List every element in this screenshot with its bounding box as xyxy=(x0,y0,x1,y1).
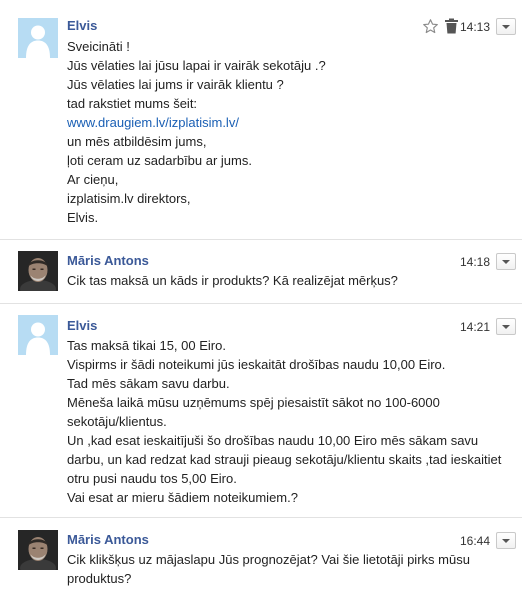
sender-name[interactable]: Māris Antons xyxy=(67,532,149,548)
message-line: Un ,kad esat ieskaitījuši šo drošības na… xyxy=(67,433,502,486)
message-line: Elvis. xyxy=(67,210,99,225)
message-menu-button[interactable] xyxy=(496,532,516,549)
message-time: 14:21 xyxy=(459,320,490,334)
message-line: Vai esat ar mieru šādiem noteikumiem.? xyxy=(67,490,298,505)
chevron-down-icon xyxy=(502,539,510,543)
message-line: Cik tas maksā un kāds ir produkts? Kā re… xyxy=(67,273,398,288)
message-time: 14:18 xyxy=(459,255,490,269)
message-time: 14:13 xyxy=(459,20,490,34)
message-item: Māris Antons 14:18 Cik tas maksā un kāds… xyxy=(0,240,522,302)
message-item: Elvis 14:13 Sveicināti ! Jūs vēlaties la… xyxy=(0,0,522,238)
message-line: Jūs vēlaties lai jums ir vairāk klientu … xyxy=(67,77,284,92)
chevron-down-icon xyxy=(502,25,510,29)
message-line: Cik klikšķus uz mājaslapu Jūs prognozēja… xyxy=(67,552,470,586)
message-item: Elvis 14:21 Tas maksā tikai 15, 00 Eiro.… xyxy=(0,304,522,516)
message-body: Cik tas maksā un kāds ir produkts? Kā re… xyxy=(67,271,502,290)
message-time: 16:44 xyxy=(459,534,490,548)
sender-name[interactable]: Māris Antons xyxy=(67,253,149,269)
message-line: Jūs vēlaties lai jūsu lapai ir vairāk se… xyxy=(67,58,326,73)
user-photo-avatar[interactable] xyxy=(18,530,58,570)
message-line: Tad mēs sākam savu darbu. xyxy=(67,376,230,391)
sender-name[interactable]: Elvis xyxy=(67,18,97,34)
message-menu-button[interactable] xyxy=(496,18,516,35)
message-body: Tas maksā tikai 15, 00 Eiro. Vispirms ir… xyxy=(67,336,502,507)
message-line: Sveicināti ! xyxy=(67,39,130,54)
message-line: Vispirms ir šādi noteikumi jūs ieskaitāt… xyxy=(67,357,446,372)
default-avatar-icon[interactable] xyxy=(18,315,58,355)
message-body: Cik klikšķus uz mājaslapu Jūs prognozēja… xyxy=(67,550,502,588)
message-line: ļoti ceram uz sadarbību ar jums. xyxy=(67,153,252,168)
message-menu-button[interactable] xyxy=(496,318,516,335)
message-line: Mēneša laikā mūsu uzņēmums spēj piesaist… xyxy=(67,395,440,429)
user-photo-avatar[interactable] xyxy=(18,251,58,291)
trash-icon[interactable] xyxy=(444,18,459,39)
message-thread: Elvis 14:13 Sveicināti ! Jūs vēlaties la… xyxy=(0,0,522,593)
message-body: Sveicināti ! Jūs vēlaties lai jūsu lapai… xyxy=(67,37,502,227)
message-item: Māris Antons 16:44 Cik klikšķus uz mājas… xyxy=(0,518,522,593)
sender-name[interactable]: Elvis xyxy=(67,318,97,334)
message-line: izplatisim.lv direktors, xyxy=(67,191,191,206)
default-avatar-icon[interactable] xyxy=(18,18,58,58)
message-line: tad rakstiet mums šeit: xyxy=(67,96,198,111)
message-line: Tas maksā tikai 15, 00 Eiro. xyxy=(67,338,226,353)
chevron-down-icon xyxy=(502,260,510,264)
message-link[interactable]: www.draugiem.lv/izplatisim.lv/ xyxy=(67,113,502,132)
message-line: un mēs atbildēsim jums, xyxy=(67,134,207,149)
chevron-down-icon xyxy=(502,325,510,329)
message-line: Ar cieņu, xyxy=(67,172,119,187)
message-menu-button[interactable] xyxy=(496,253,516,270)
